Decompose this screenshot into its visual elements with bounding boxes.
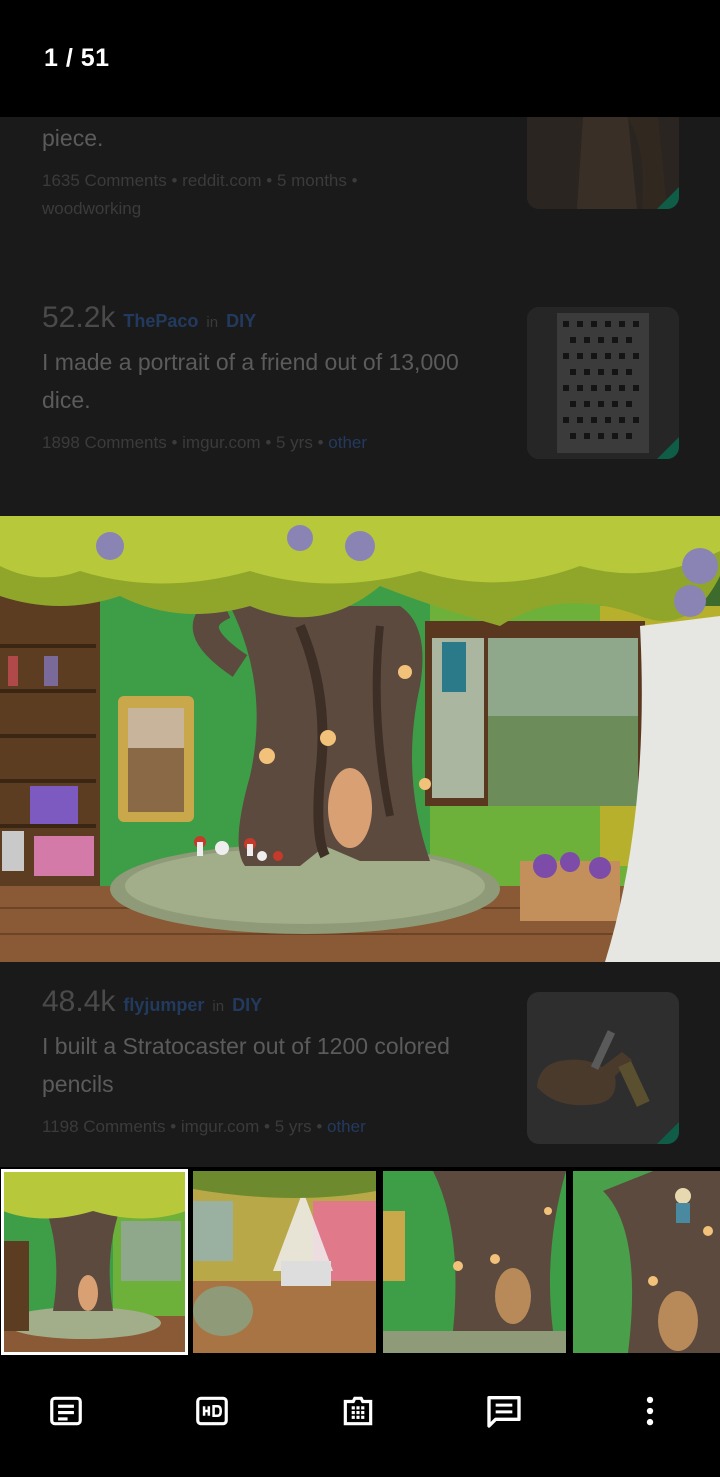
post-domain: imgur.com	[180, 1117, 260, 1136]
post-flair: woodworking	[42, 199, 142, 218]
post-meta: 52.2k ThePaco in DIY	[42, 301, 502, 335]
post-user[interactable]: flyjumper	[123, 995, 204, 1016]
post-in: in	[212, 998, 225, 1015]
post-comments: 1635 Comments	[42, 171, 167, 190]
post-user[interactable]: ThePaco	[123, 311, 198, 332]
post-flair: other	[328, 433, 368, 452]
separator: •	[351, 171, 358, 190]
thumbnail-image	[3, 1171, 186, 1353]
separator: •	[264, 1117, 270, 1136]
separator: •	[171, 171, 178, 190]
thumbnail-image	[383, 1171, 566, 1353]
thumbnail-badge	[657, 1122, 679, 1144]
hd-button[interactable]	[188, 1387, 236, 1435]
thumbnail-badge	[657, 437, 679, 459]
post-in: in	[206, 314, 219, 331]
post-comments: 1198 Comments	[42, 1117, 166, 1136]
more-vert-icon	[646, 1396, 654, 1426]
gallery-thumbnail-3[interactable]	[383, 1171, 566, 1353]
thumbnail-image	[573, 1171, 720, 1353]
separator: •	[317, 433, 324, 452]
post-subreddit[interactable]: DIY	[226, 311, 256, 332]
description-icon	[50, 1396, 82, 1426]
separator: •	[266, 171, 273, 190]
post-comments: 1898 Comments	[42, 433, 167, 452]
thumbnail-strip	[0, 1167, 720, 1357]
post-footer: 1198 Comments • imgur.com • 5 yrs • othe…	[42, 1113, 502, 1141]
post-title: piece.	[42, 125, 104, 151]
separator: •	[170, 1117, 177, 1136]
bottom-toolbar	[0, 1357, 720, 1477]
hd-icon	[196, 1396, 228, 1426]
feed-post[interactable]: 52.2k ThePaco in DIY I made a portrait o…	[42, 301, 502, 457]
top-bar: 1 / 51	[0, 0, 720, 117]
post-title: I built a Stratocaster out of 1200 color…	[42, 1033, 450, 1097]
post-footer: 1898 Comments • imgur.com • 5 yrs • othe…	[42, 429, 502, 457]
gallery-thumbnail-2[interactable]	[193, 1171, 376, 1353]
post-thumbnail[interactable]	[527, 992, 679, 1144]
more-options-button[interactable]	[626, 1387, 674, 1435]
post-thumbnail[interactable]	[527, 117, 679, 209]
post-domain: imgur.com	[182, 433, 261, 452]
post-age: 5 yrs	[276, 433, 313, 452]
comments-button[interactable]	[480, 1387, 528, 1435]
separator: •	[171, 433, 178, 452]
gallery-button[interactable]	[334, 1387, 382, 1435]
gallery-icon	[343, 1396, 373, 1426]
description-button[interactable]	[42, 1387, 90, 1435]
feed-post[interactable]: piece. 1635 Comments • reddit.com • 5 mo…	[42, 119, 502, 223]
post-title: I made a portrait of a friend out of 13,…	[42, 349, 459, 413]
post-score: 48.4k	[42, 985, 116, 1018]
post-flair: other	[327, 1117, 366, 1136]
separator: •	[265, 433, 272, 452]
post-subreddit[interactable]: DIY	[232, 995, 262, 1016]
post-score: 52.2k	[42, 301, 116, 334]
image-counter: 1 / 51	[44, 44, 110, 72]
thumbnail-image	[193, 1171, 376, 1353]
treehouse-room-photo	[0, 516, 720, 962]
gallery-thumbnail-1[interactable]	[1, 1169, 188, 1355]
comments-icon	[487, 1396, 521, 1428]
post-age: 5 months	[276, 171, 347, 190]
main-image[interactable]	[0, 516, 720, 962]
post-meta: 48.4k flyjumper in DIY	[42, 985, 502, 1019]
post-thumbnail[interactable]	[527, 307, 679, 459]
post-domain: reddit.com	[182, 171, 262, 190]
separator: •	[316, 1117, 323, 1136]
post-age: 5 yrs	[274, 1117, 312, 1136]
feed-post[interactable]: 48.4k flyjumper in DIY I built a Stratoc…	[42, 985, 502, 1141]
gallery-thumbnail-4[interactable]	[573, 1171, 720, 1353]
thumbnail-badge	[657, 187, 679, 209]
post-footer: 1635 Comments • reddit.com • 5 months • …	[42, 167, 502, 223]
